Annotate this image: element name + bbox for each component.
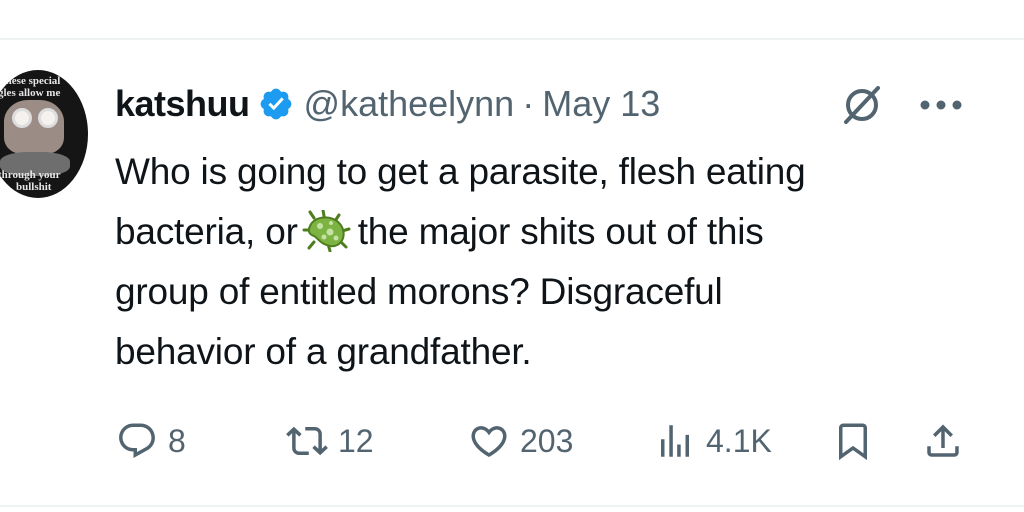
reply-count: 8 [168,422,186,459]
reply-button[interactable]: 8 [116,415,186,467]
grok-icon[interactable] [840,84,882,126]
tweet-text-line-1: Who is going to get a parasite, flesh ea… [115,151,806,192]
microbe-icon [302,210,351,252]
views-button[interactable]: 4.1K [654,415,772,467]
avatar-face [4,100,64,154]
more-icon[interactable] [918,98,964,112]
verified-badge-icon[interactable] [258,86,294,122]
avatar-text-top-1: these special [2,75,61,87]
views-count: 4.1K [706,422,772,459]
avatar-text-bottom-1: through your [0,169,61,181]
like-count: 203 [520,422,574,459]
like-button[interactable]: 203 [468,415,573,467]
tweet-date[interactable]: May 13 [542,83,660,125]
share-button[interactable] [922,415,964,467]
handle[interactable]: @katheelynn [304,83,515,125]
avatar-goggle-left [12,108,32,128]
display-name[interactable]: katshuu [115,83,250,125]
avatar[interactable]: these special gles allow me through your… [0,70,88,198]
separator-dot: · [522,83,535,124]
tweet-text: Who is going to get a parasite, flesh ea… [115,142,995,382]
avatar-text-bottom-2: bullshit [16,181,52,193]
tweet-text-segment-before-emoji: bacteria, or [115,211,298,252]
tweet-text-line-3: group of entitled morons? Disgraceful [115,271,723,312]
bookmark-button[interactable] [832,415,874,467]
top-divider [0,38,1024,40]
tweet-text-segment-after-emoji: the major shits out of this [357,211,764,252]
repost-button[interactable]: 12 [286,415,374,467]
repost-icon [286,426,328,456]
reply-icon [119,423,155,458]
repost-count: 12 [338,422,374,459]
share-icon [927,424,959,457]
avatar-text-top-2: gles allow me [0,87,61,99]
avatar-goggle-right [38,108,58,128]
views-icon [661,425,689,457]
tweet-actions: 8 12 203 4.1K [0,415,1024,467]
tweet-text-line-2: bacteria, or the major shits out of this [115,202,995,262]
bookmark-icon [839,423,867,461]
tweet-text-line-4: behavior of a grandfather. [115,331,532,372]
bottom-divider [0,505,1024,507]
like-icon [471,426,507,458]
tweet-header: katshuu @katheelynn · May 13 [115,80,660,128]
